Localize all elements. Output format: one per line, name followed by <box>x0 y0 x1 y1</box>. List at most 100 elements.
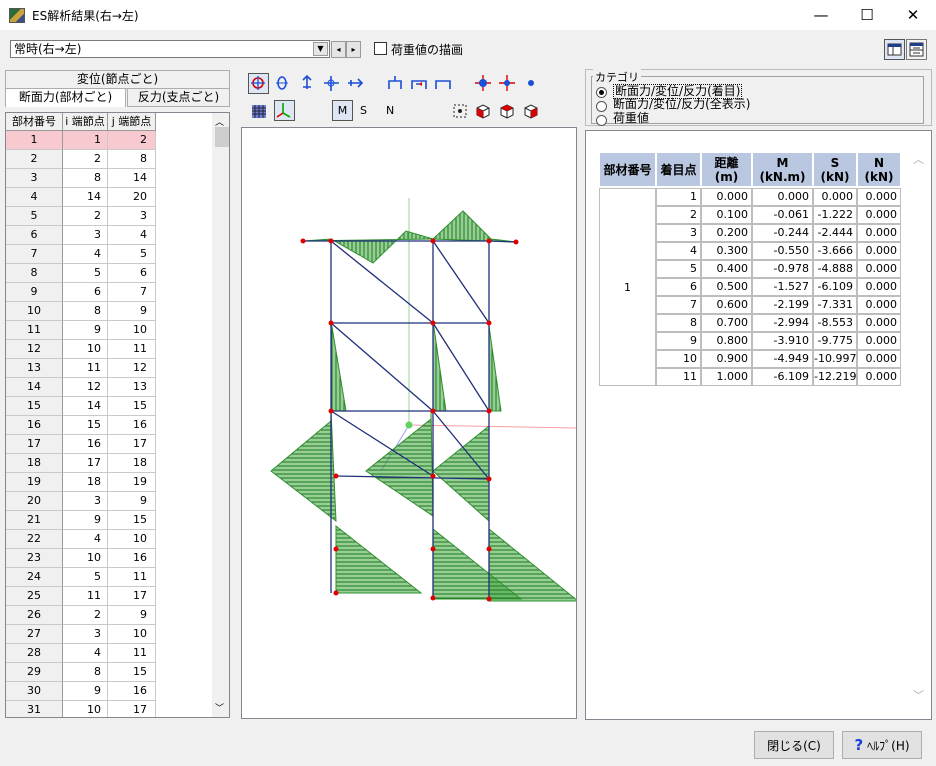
cube-view-1-icon[interactable] <box>474 102 493 124</box>
table-row[interactable]: 22 4 10 <box>6 530 212 549</box>
structure-view-canvas[interactable] <box>241 127 577 719</box>
node-point <box>333 590 339 596</box>
view-side-icon[interactable] <box>410 74 429 96</box>
grid-scrollbar[interactable]: ︿ ﹀ <box>212 113 229 717</box>
i-node-cell: 3 <box>63 625 108 644</box>
i-node-cell: 9 <box>63 321 108 340</box>
view-front-icon[interactable] <box>386 74 405 96</box>
table-row[interactable]: 15 14 15 <box>6 397 212 416</box>
j-node-cell: 9 <box>108 302 156 321</box>
radio-load-label[interactable]: 荷重値 <box>613 112 649 125</box>
tab-reaction[interactable]: 反力(支点ごと) <box>127 88 230 107</box>
i-node-cell: 14 <box>63 188 108 207</box>
table-row[interactable]: 523 <box>6 207 212 226</box>
distance-cell: 0.900 <box>701 350 752 368</box>
help-button[interactable]: ? ﾍﾙﾌﾟ(H) <box>842 731 922 759</box>
table-row[interactable]: 21 9 15 <box>6 511 212 530</box>
point-cell: 3 <box>656 224 701 242</box>
point-cell: 8 <box>656 314 701 332</box>
table-row[interactable]: 28 4 11 <box>6 644 212 663</box>
table-row[interactable]: 856 <box>6 264 212 283</box>
toggle-m-button[interactable]: M <box>332 100 353 121</box>
rotate-x-icon[interactable] <box>248 73 269 94</box>
radio-all-label[interactable]: 断面力/変位/反力(全表示) <box>613 98 750 111</box>
node-point <box>513 239 519 245</box>
moment-diagram-5 <box>488 325 502 412</box>
table-row[interactable]: 23 10 16 <box>6 549 212 568</box>
table-row[interactable]: 634 <box>6 226 212 245</box>
hatch-icon[interactable] <box>250 102 269 124</box>
close-window-button[interactable]: ✕ <box>890 0 936 30</box>
view-plan-icon[interactable] <box>434 74 453 96</box>
j-node-cell: 9 <box>108 606 156 625</box>
table-row[interactable]: 26 2 9 <box>6 606 212 625</box>
cube-view-2-icon[interactable] <box>498 102 517 124</box>
toggle-n-button[interactable]: N <box>386 104 394 117</box>
table-row[interactable]: 13 11 12 <box>6 359 212 378</box>
distance-cell: 0.200 <box>701 224 752 242</box>
table-row[interactable]: 25 11 17 <box>6 587 212 606</box>
j-node-cell: 9 <box>108 492 156 511</box>
zoom-in-icon[interactable] <box>474 74 493 96</box>
draw-load-checkbox[interactable] <box>374 42 387 55</box>
moment-diagram-4 <box>432 320 447 412</box>
table-row[interactable]: 18 17 18 <box>6 454 212 473</box>
axis-icon[interactable] <box>274 100 295 121</box>
table-row[interactable]: 967 <box>6 283 212 302</box>
scroll-up-icon[interactable]: ︿ <box>913 151 924 167</box>
table-row[interactable]: 14 12 13 <box>6 378 212 397</box>
radio-all[interactable] <box>596 101 607 112</box>
table-row[interactable]: 30 9 16 <box>6 682 212 701</box>
minimize-button[interactable]: — <box>798 0 844 30</box>
table-row[interactable]: 745 <box>6 245 212 264</box>
zoom-out-icon[interactable] <box>498 74 517 96</box>
table-row[interactable]: 11 9 10 <box>6 321 212 340</box>
cube-view-3-icon[interactable] <box>522 102 541 124</box>
radio-load[interactable] <box>596 115 607 126</box>
hdr-distance: 距離 (m) <box>701 152 752 187</box>
table-row[interactable]: 112 <box>6 131 212 150</box>
fit-view-icon[interactable] <box>451 102 470 124</box>
table-row[interactable]: 20 3 9 <box>6 492 212 511</box>
node-dot-icon[interactable] <box>522 74 541 96</box>
table-row[interactable]: 19 18 19 <box>6 473 212 492</box>
radio-focus[interactable] <box>596 87 607 98</box>
point-cell: 5 <box>656 260 701 278</box>
layout-single-icon[interactable] <box>884 39 905 60</box>
close-button[interactable]: 閉じる(C) <box>754 731 834 759</box>
table-row[interactable]: 12 10 11 <box>6 340 212 359</box>
next-case-button[interactable]: ▸ <box>346 41 361 58</box>
table-row[interactable]: 27 3 10 <box>6 625 212 644</box>
table-row[interactable]: 31 10 17 <box>6 701 212 717</box>
scroll-down-icon[interactable]: ﹀ <box>215 701 224 714</box>
layout-split-icon[interactable] <box>906 39 927 60</box>
table-row[interactable]: 16 15 16 <box>6 416 212 435</box>
table-row[interactable]: 3 8 14 <box>6 169 212 188</box>
member-grid[interactable]: 部材番号 i 端節点 j 端節点 1 1 2 2 2 8 3 8 14 4 14 20 5 2 3 6 3 4 7 4… <box>5 112 230 718</box>
table-row[interactable]: 24 5 11 <box>6 568 212 587</box>
scroll-thumb[interactable] <box>215 127 229 147</box>
member-number-cell: 16 <box>6 416 63 435</box>
member-number-cell: 10 <box>6 302 63 321</box>
chevron-down-icon[interactable]: ▼ <box>313 42 328 56</box>
maximize-button[interactable]: ☐ <box>844 0 890 30</box>
tab-displacement[interactable]: 変位(節点ごと) <box>5 70 230 89</box>
member-number-cell: 31 <box>6 701 63 717</box>
rotate-y-icon[interactable] <box>273 74 292 96</box>
prev-case-button[interactable]: ◂ <box>331 41 346 58</box>
load-case-select[interactable]: 常時(右→左) ▼ <box>10 40 330 58</box>
move-vertical-icon[interactable] <box>298 74 317 96</box>
table-row[interactable]: 4 14 20 <box>6 188 212 207</box>
member-number-cell: 1 <box>6 131 63 150</box>
scroll-down-icon[interactable]: ﹀ <box>913 687 924 703</box>
toggle-s-button[interactable]: S <box>360 104 367 117</box>
table-row[interactable]: 29 8 15 <box>6 663 212 682</box>
shear-cell: -3.666 <box>813 242 857 260</box>
table-row[interactable]: 17 16 17 <box>6 435 212 454</box>
table-row[interactable]: 228 <box>6 150 212 169</box>
pan-icon[interactable] <box>346 74 365 96</box>
tab-member-force[interactable]: 断面力(部材ごと) <box>5 88 126 107</box>
table-row[interactable]: 10 8 9 <box>6 302 212 321</box>
move-all-icon[interactable] <box>322 74 341 96</box>
hdr-moment: M (kN.m) <box>752 152 813 187</box>
